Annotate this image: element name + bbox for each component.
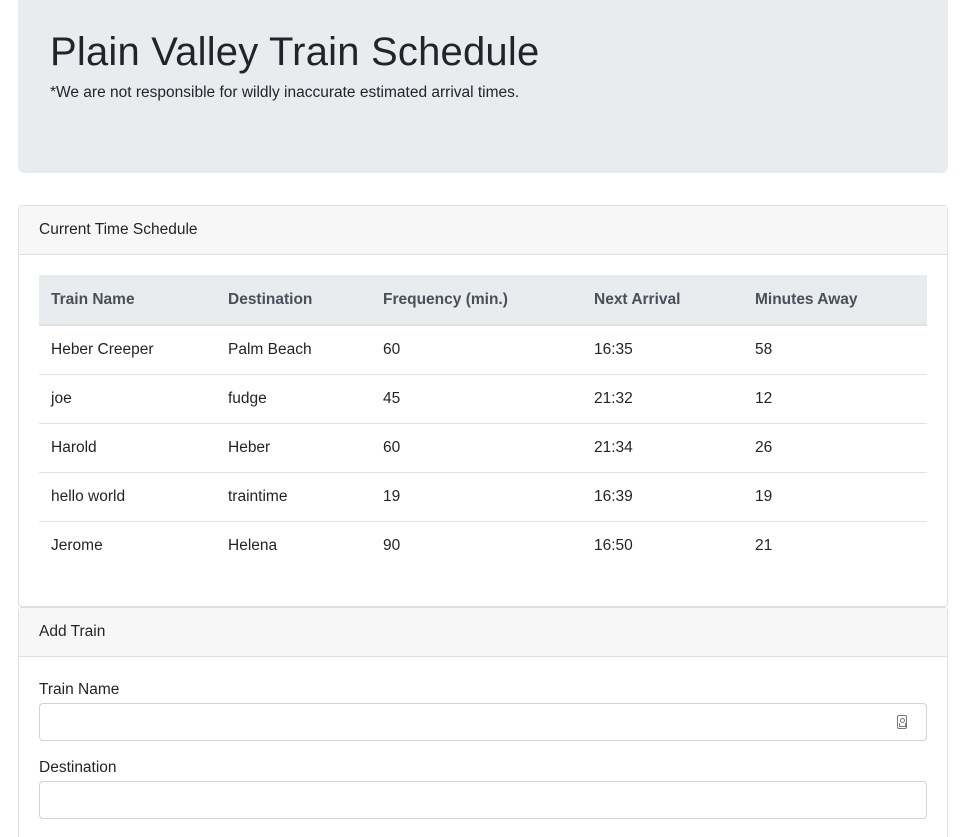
table-row: Harold Heber 60 21:34 26 [39, 422, 927, 472]
cell-minutes-away: 26 [743, 422, 927, 472]
cell-destination: traintime [216, 471, 371, 521]
cell-destination: Heber [216, 422, 371, 472]
cell-next-arrival: 16:39 [582, 471, 743, 521]
schedule-card: Current Time Schedule Train Name Destina… [18, 205, 948, 607]
schedule-table: Train Name Destination Frequency (min.) … [39, 275, 927, 570]
cell-minutes-away: 12 [743, 373, 927, 423]
table-row: joe fudge 45 21:32 12 [39, 373, 927, 423]
disclaimer-text: *We are not responsible for wildly inacc… [50, 84, 520, 101]
destination-input[interactable] [39, 781, 927, 819]
add-train-card: Add Train Train Name Destination [18, 607, 948, 837]
cell-next-arrival: 21:32 [582, 373, 743, 423]
cell-train-name: Heber Creeper [51, 340, 154, 358]
cell-frequency: 45 [371, 373, 582, 423]
schedule-card-title: Current Time Schedule [19, 206, 947, 255]
add-train-card-title: Add Train [19, 608, 947, 657]
column-header-minutes-away: Minutes Away [743, 275, 927, 326]
column-header-train-name: Train Name [39, 275, 216, 326]
column-header-frequency: Frequency (min.) [371, 275, 582, 326]
cell-frequency: 60 [383, 340, 401, 358]
cell-destination: fudge [216, 373, 371, 423]
table-row: Jerome Helena 90 16:50 21 [39, 520, 927, 570]
cell-train-name: joe [39, 373, 216, 423]
column-header-destination: Destination [216, 275, 371, 326]
train-name-group: Train Name [39, 680, 927, 741]
table-row: Heber Creeper Palm Beach 60 16:35 58 [39, 325, 927, 374]
table-row: hello world traintime 19 16:39 19 [39, 471, 927, 521]
header-jumbotron: Plain Valley Train Schedule *We are not … [18, 0, 948, 173]
train-name-input-wrap [39, 703, 927, 741]
cell-train-name: hello world [39, 471, 216, 521]
table-header-row: Train Name Destination Frequency (min.) … [39, 275, 927, 326]
column-header-next-arrival: Next Arrival [582, 275, 743, 326]
cell-frequency: 90 [371, 520, 582, 570]
cell-frequency: 19 [371, 471, 582, 521]
train-name-label: Train Name [39, 681, 120, 698]
cell-next-arrival: 16:50 [582, 520, 743, 570]
cell-destination: Helena [216, 520, 371, 570]
cell-next-arrival: 16:35 [594, 340, 633, 358]
cell-frequency: 60 [371, 422, 582, 472]
destination-group: Destination [39, 758, 927, 819]
cell-destination: Palm Beach [228, 340, 312, 358]
cell-minutes-away: 21 [743, 520, 927, 570]
page-title: Plain Valley Train Schedule [50, 30, 540, 74]
cell-minutes-away: 19 [743, 471, 927, 521]
cell-minutes-away: 58 [755, 340, 773, 358]
contact-card-icon[interactable] [897, 715, 907, 729]
cell-next-arrival: 21:34 [582, 422, 743, 472]
cell-train-name: Harold [39, 422, 216, 472]
train-name-input[interactable] [39, 703, 927, 741]
destination-label: Destination [39, 759, 117, 776]
cell-train-name: Jerome [39, 520, 216, 570]
